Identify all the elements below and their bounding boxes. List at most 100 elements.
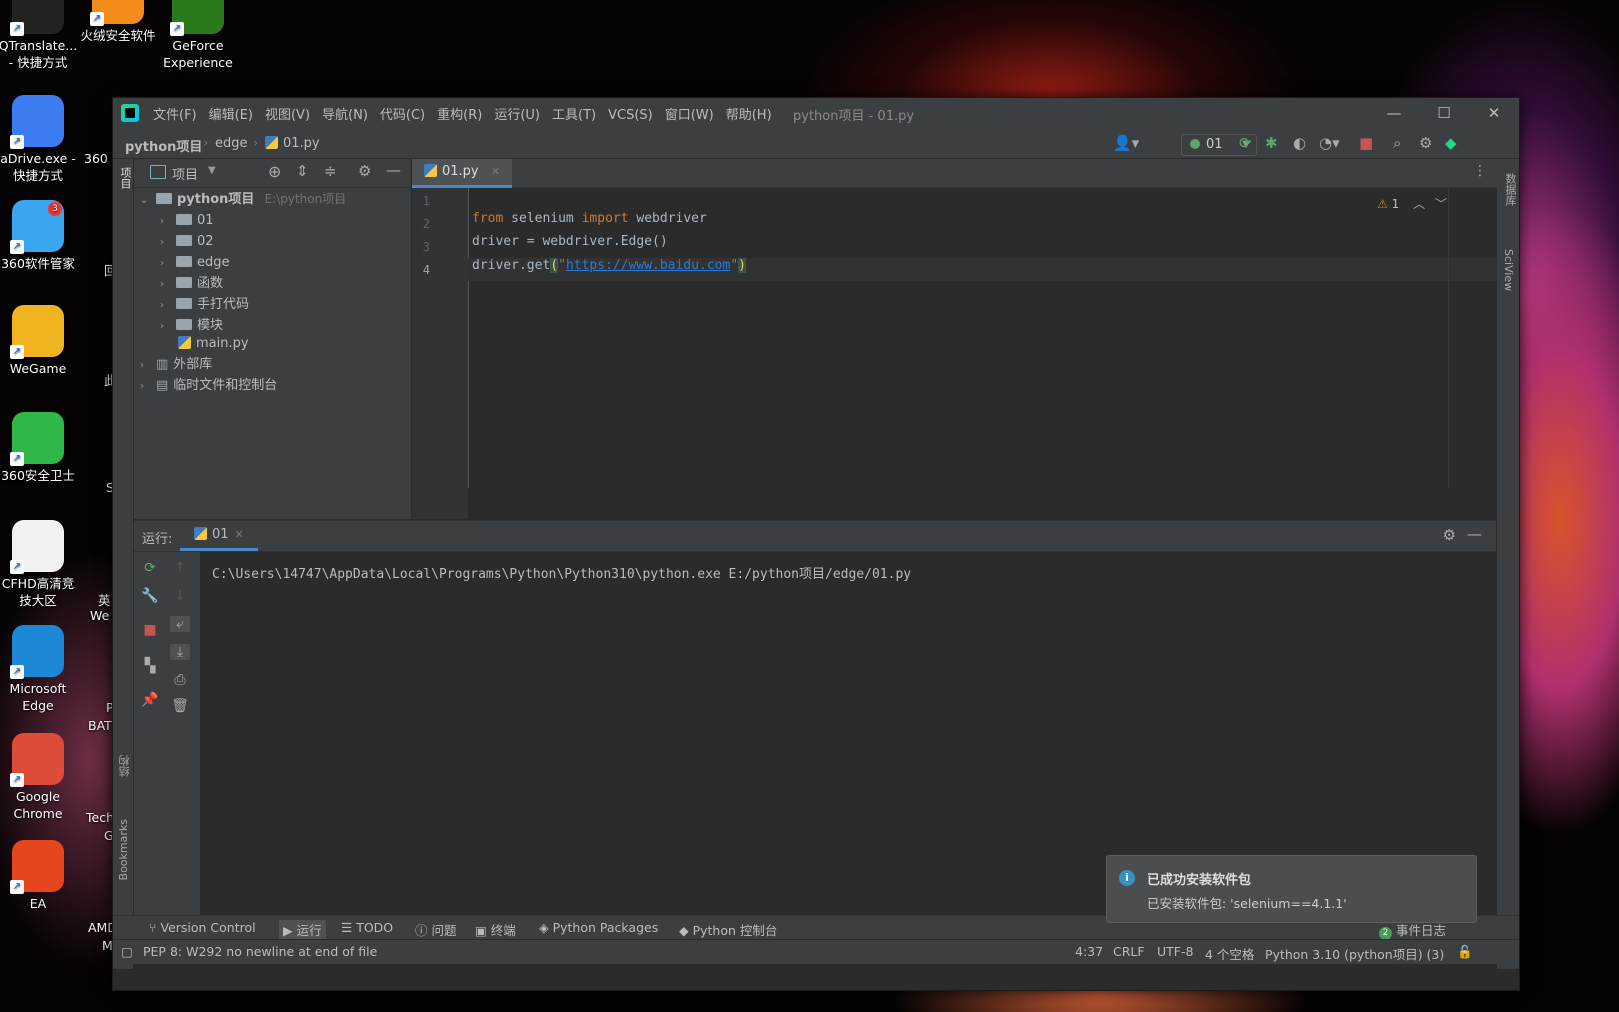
tree-folder[interactable]: › 01 <box>160 210 214 231</box>
pycharm-logo-icon[interactable] <box>121 104 139 122</box>
menu-item[interactable]: 重构(R) <box>437 108 482 123</box>
python-console-tab[interactable]: ◆ Python 控制台 <box>679 920 777 939</box>
chevron-down-icon[interactable]: ﹀ <box>1435 197 1447 211</box>
notification-balloon[interactable]: i 已成功安装软件包 已安装软件包: 'selenium==4.1.1' <box>1106 855 1477 923</box>
breadcrumb-project[interactable]: python项目 <box>125 136 202 155</box>
console-output[interactable]: C:\Users\14747\AppData\Local\Programs\Py… <box>212 563 911 582</box>
settings-icon[interactable]: ⚙ <box>1419 134 1432 152</box>
tree-folder[interactable]: › 02 <box>160 231 214 252</box>
close-tab-icon[interactable]: ✕ <box>235 528 244 541</box>
menu-item[interactable]: 文件(F) <box>153 108 197 123</box>
menu-item[interactable]: 导航(N) <box>322 108 368 123</box>
project-tool-tab[interactable]: 项目 <box>117 167 133 189</box>
menu-item[interactable]: 编辑(E) <box>209 108 253 123</box>
profile-icon[interactable]: ◔▾ <box>1319 134 1340 152</box>
structure-tool-tab[interactable]: 结构 <box>117 755 133 777</box>
minimize-button[interactable]: — <box>1369 98 1419 128</box>
desktop-icon[interactable]: ↗ EA <box>0 840 80 912</box>
menu-item[interactable]: 代码(C) <box>380 108 425 123</box>
editor-tab-01py[interactable]: 01.py ✕ <box>412 159 512 188</box>
collapse-all-icon[interactable]: ≑ <box>324 162 337 180</box>
menu-item[interactable]: 窗口(W) <box>665 108 714 123</box>
run-tool-tab[interactable]: ▶ 运行 <box>279 920 326 939</box>
desktop-partial-label[interactable]: We <box>90 608 109 623</box>
desktop-icon[interactable]: ↗ 3 360软件管家 <box>0 200 80 272</box>
coverage-icon[interactable]: ◐ <box>1293 134 1306 152</box>
desktop-partial-label[interactable]: 英 <box>98 590 111 609</box>
gear-icon[interactable]: ⚙ <box>1443 526 1456 544</box>
ide-features-icon[interactable]: ◆ <box>1445 134 1457 152</box>
print-icon[interactable]: ⎙ <box>170 672 190 688</box>
python-packages-tab[interactable]: ◈ Python Packages <box>539 920 658 935</box>
desktop-icon[interactable]: ↗ CFHD高清竞技大区 <box>0 520 80 609</box>
locate-file-icon[interactable]: ⊕ <box>268 162 281 181</box>
close-tab-icon[interactable]: ✕ <box>491 165 500 178</box>
hide-panel-icon[interactable]: — <box>386 161 401 179</box>
status-message[interactable]: PEP 8: W292 no newline at end of file <box>143 944 377 959</box>
desktop-icon[interactable]: ↗ WeGame <box>0 305 80 377</box>
gear-icon[interactable]: ⚙ <box>358 162 371 180</box>
line-separator[interactable]: CRLF <box>1113 944 1145 959</box>
rerun-icon[interactable]: ⟳ <box>1239 134 1252 152</box>
event-log-tab[interactable]: 2 事件日志 <box>1379 920 1446 940</box>
todo-tab[interactable]: ☰ TODO <box>341 920 393 935</box>
more-options-icon[interactable]: ⋮ <box>1473 163 1487 179</box>
menu-item[interactable]: VCS(S) <box>608 108 653 123</box>
indent-setting[interactable]: 4 个空格 <box>1205 944 1254 963</box>
tree-folder[interactable]: › 手打代码 <box>160 294 249 315</box>
desktop-partial-label[interactable]: BAT <box>88 718 112 733</box>
toggle-tool-windows-icon[interactable]: ▢ <box>121 944 133 959</box>
menu-item[interactable]: 视图(V) <box>265 108 310 123</box>
desktop-icon[interactable]: ↗ GeForce Experience <box>156 0 240 71</box>
maximize-button[interactable]: ☐ <box>1419 98 1469 128</box>
desktop-icon[interactable]: ↗ Microsoft Edge <box>0 625 80 714</box>
tree-external-libraries[interactable]: › ▥ 外部库 <box>140 354 212 375</box>
stop-icon[interactable]: ■ <box>1359 134 1373 152</box>
tree-scratches[interactable]: › ▤ 临时文件和控制台 <box>140 375 277 396</box>
breadcrumb-file[interactable]: 01.py <box>265 136 320 151</box>
database-tool-tab[interactable]: 数据库 <box>1502 173 1518 206</box>
desktop-icon[interactable]: ↗ aDrive.exe - 快捷方式 <box>0 95 80 184</box>
arrow-up-icon[interactable]: ↑ <box>170 560 190 576</box>
desktop-partial-label[interactable]: 360 <box>84 151 108 166</box>
tree-file-main[interactable]: main.py <box>178 333 249 354</box>
menu-item[interactable]: 帮助(H) <box>726 108 772 123</box>
bookmarks-tool-tab[interactable]: Bookmarks <box>117 819 130 880</box>
tree-folder[interactable]: › edge <box>160 252 230 273</box>
scroll-to-end-icon[interactable]: ⤓ <box>170 644 190 660</box>
debug-icon[interactable]: ✱ <box>1265 134 1278 152</box>
url-link[interactable]: https://www.baidu.com <box>566 258 730 273</box>
version-control-tab[interactable]: ⑂ Version Control <box>149 920 256 935</box>
user-icon[interactable]: 👤▾ <box>1113 134 1139 152</box>
stop-icon[interactable]: ■ <box>140 622 160 638</box>
expand-all-icon[interactable]: ⇕ <box>296 162 309 180</box>
search-icon[interactable]: ⌕ <box>1393 134 1401 152</box>
python-interpreter[interactable]: Python 3.10 (python项目) (3) <box>1265 944 1444 963</box>
soft-wrap-icon[interactable]: ⤶ <box>170 616 190 632</box>
rerun-icon[interactable]: ⟳ <box>140 560 160 576</box>
close-button[interactable]: ✕ <box>1469 98 1519 128</box>
chevron-up-icon[interactable]: ︿ <box>1413 197 1425 211</box>
caret-position[interactable]: 4:37 <box>1075 944 1103 959</box>
wrench-icon[interactable]: 🔧 <box>140 588 160 604</box>
desktop-partial-label[interactable]: Tech <box>86 810 114 825</box>
pin-icon[interactable]: 📌 <box>140 692 160 708</box>
desktop-icon[interactable]: ↗ 360安全卫士 <box>0 412 80 484</box>
problems-tab[interactable]: ⓘ 问题 <box>415 920 457 939</box>
hide-panel-icon[interactable]: — <box>1467 525 1482 543</box>
arrow-down-icon[interactable]: ↓ <box>170 588 190 604</box>
project-view-selector[interactable]: 项目 <box>172 164 198 183</box>
code-editor[interactable]: 01.py ✕ ⋮ 1 2 3 4 from selenium import w… <box>412 159 1497 519</box>
tree-root[interactable]: ⌄ python项目 E:\python项目 <box>140 189 346 210</box>
desktop-icon[interactable]: ↗ QTranslate... - 快捷方式 <box>0 0 80 71</box>
terminal-tab[interactable]: ▣ 终端 <box>475 920 516 939</box>
sciview-tool-tab[interactable]: SciView <box>1502 249 1515 291</box>
menu-item[interactable]: 工具(T) <box>552 108 596 123</box>
breadcrumb-folder[interactable]: edge <box>215 136 248 151</box>
inspection-widget[interactable]: ⚠ 1 ︿ ﹀ <box>1377 195 1447 212</box>
file-encoding[interactable]: UTF-8 <box>1157 944 1193 959</box>
chevron-down-icon[interactable]: ▼ <box>208 165 216 176</box>
menu-item[interactable]: 运行(U) <box>494 108 540 123</box>
trash-icon[interactable]: 🗑 <box>170 698 190 714</box>
lock-icon[interactable]: 🔓 <box>1457 944 1473 960</box>
